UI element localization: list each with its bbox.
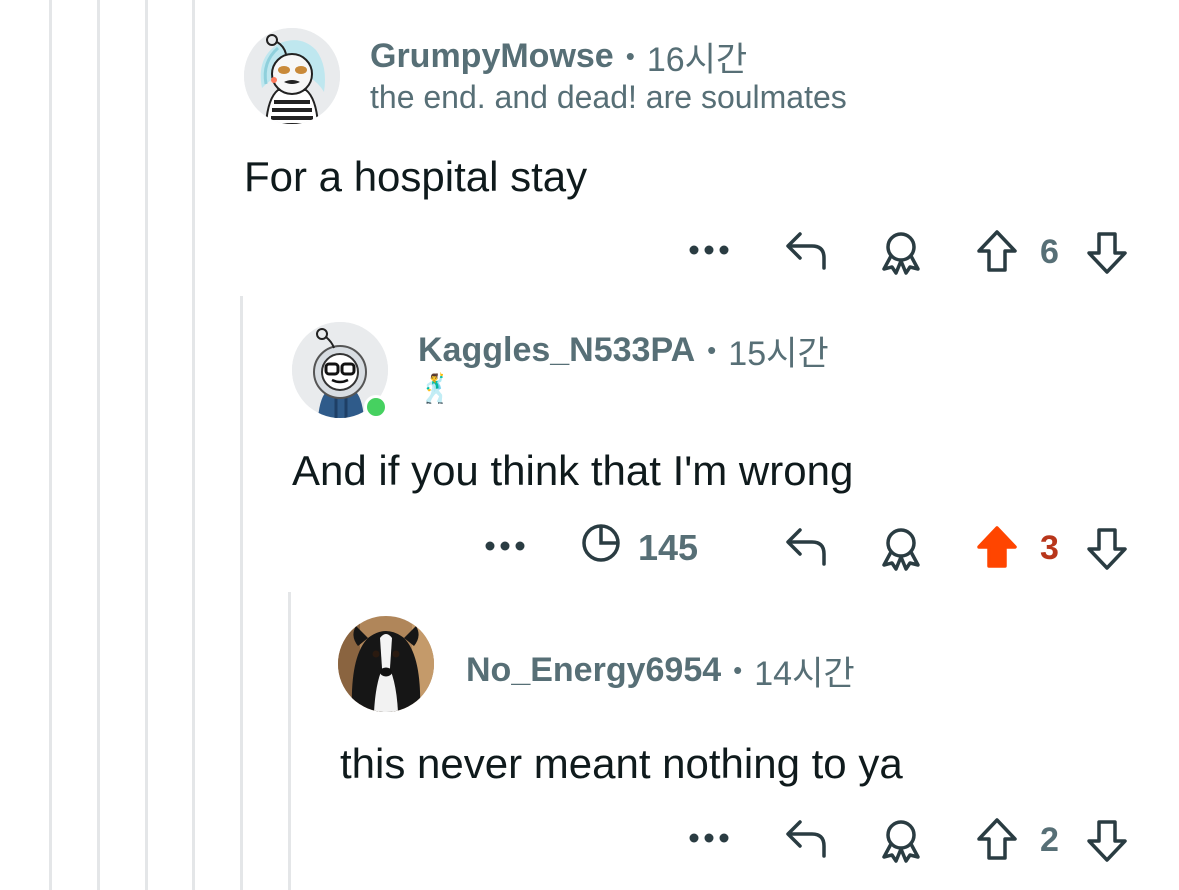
award-button[interactable]	[876, 228, 926, 276]
vote-count: 6	[1040, 233, 1059, 271]
award-button[interactable]	[876, 524, 926, 572]
reply-arrow-icon	[784, 818, 828, 860]
upvote-button-active[interactable]	[974, 524, 1020, 570]
view-count-value: 145	[638, 526, 699, 568]
vote-count: 3	[1040, 529, 1059, 567]
user-flair: 🕺	[418, 373, 453, 404]
username[interactable]: GrumpyMowse	[370, 37, 614, 76]
pie-chart-icon	[580, 522, 622, 573]
reply-arrow-icon	[784, 230, 828, 272]
timestamp: 15시간	[728, 335, 829, 373]
upvote-button[interactable]	[974, 228, 1020, 274]
downvote-button[interactable]	[1084, 526, 1130, 572]
upvote-arrow-icon	[976, 817, 1018, 861]
award-icon	[878, 229, 924, 275]
downvote-arrow-icon	[1086, 819, 1128, 863]
more-options-button[interactable]	[484, 528, 526, 564]
username[interactable]: Kaggles_N533PA	[418, 331, 695, 370]
downvote-arrow-icon	[1086, 527, 1128, 571]
vote-count: 2	[1040, 821, 1059, 859]
thread-line[interactable]	[49, 0, 52, 890]
award-icon	[878, 817, 924, 863]
username[interactable]: No_Energy6954	[466, 651, 721, 690]
thread-line[interactable]	[97, 0, 100, 890]
comment-body: this never meant nothing to ya	[340, 740, 903, 787]
avatar[interactable]	[244, 28, 340, 124]
more-dots-icon	[485, 541, 525, 551]
separator-dot: •	[707, 335, 717, 365]
upvote-button[interactable]	[974, 816, 1020, 862]
reply-button[interactable]	[782, 816, 830, 862]
reply-button[interactable]	[782, 228, 830, 274]
comment-meta: GrumpyMowse • 16시간	[370, 32, 747, 81]
award-button[interactable]	[876, 816, 926, 864]
more-dots-icon	[689, 833, 729, 843]
more-options-button[interactable]	[688, 820, 730, 856]
timestamp: 16시간	[646, 41, 748, 79]
thread-line[interactable]	[145, 0, 148, 890]
online-status-indicator	[364, 395, 388, 419]
comment-meta: No_Energy6954 • 14시간	[466, 646, 855, 695]
comment-body: For a hospital stay	[244, 153, 588, 200]
reply-arrow-icon	[784, 526, 828, 568]
avatar[interactable]	[338, 616, 434, 712]
downvote-button[interactable]	[1084, 230, 1130, 276]
separator-dot: •	[625, 41, 635, 71]
timestamp: 14시간	[754, 655, 855, 693]
award-icon	[878, 525, 924, 571]
comment-body: And if you think that I'm wrong	[292, 447, 854, 494]
downvote-arrow-icon	[1086, 231, 1128, 275]
view-count[interactable]: 145	[580, 522, 698, 573]
reply-button[interactable]	[782, 524, 830, 570]
user-flair: the end. and dead! are soulmates	[370, 79, 847, 115]
thread-line[interactable]	[192, 0, 195, 890]
more-options-button[interactable]	[688, 232, 730, 268]
separator-dot: •	[733, 655, 743, 685]
upvote-arrow-icon	[976, 525, 1018, 569]
more-dots-icon	[689, 245, 729, 255]
thread-line[interactable]	[288, 592, 291, 890]
thread-line[interactable]	[240, 296, 243, 890]
downvote-button[interactable]	[1084, 818, 1130, 864]
comment-meta: Kaggles_N533PA • 15시간	[418, 326, 829, 375]
upvote-arrow-icon	[976, 229, 1018, 273]
